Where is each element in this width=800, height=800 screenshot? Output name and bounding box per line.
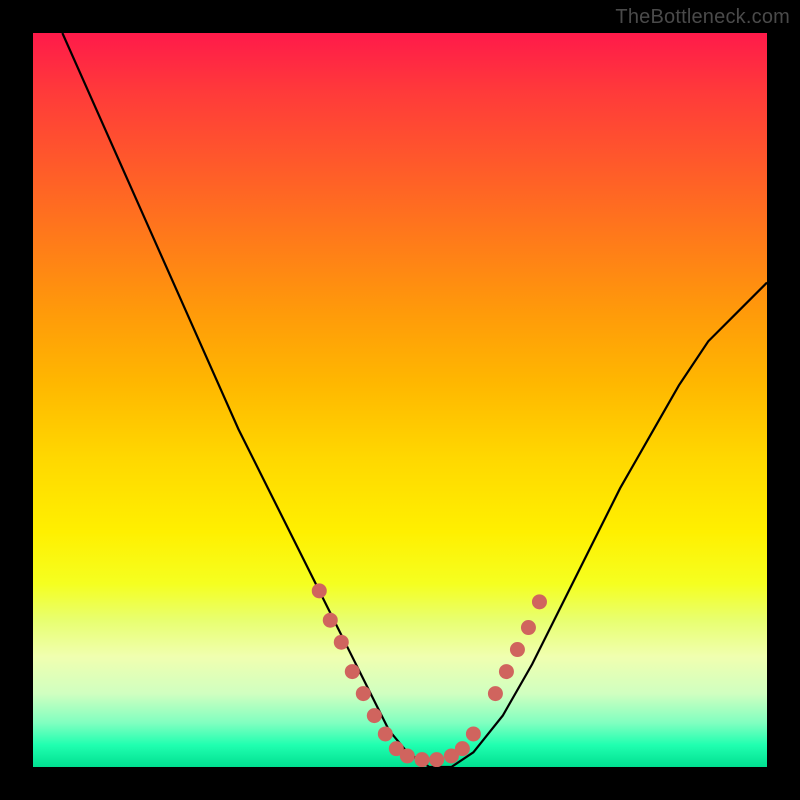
marker-dot [334,635,349,650]
marker-dot [312,583,327,598]
watermark-text: TheBottleneck.com [615,6,790,29]
marker-dot [378,726,393,741]
marker-dot [488,686,503,701]
marker-dot [455,741,470,756]
marker-dot [323,613,338,628]
marker-dot [345,664,360,679]
marker-dot [429,752,444,767]
marker-dot [466,726,481,741]
marker-dot [532,594,547,609]
data-markers [312,583,547,767]
marker-dot [415,752,430,767]
marker-dot [499,664,514,679]
marker-dot [367,708,382,723]
curve-line [62,33,767,767]
marker-dot [356,686,371,701]
marker-dot [510,642,525,657]
marker-dot [521,620,536,635]
marker-dot [400,748,415,763]
chart-svg [33,33,767,767]
